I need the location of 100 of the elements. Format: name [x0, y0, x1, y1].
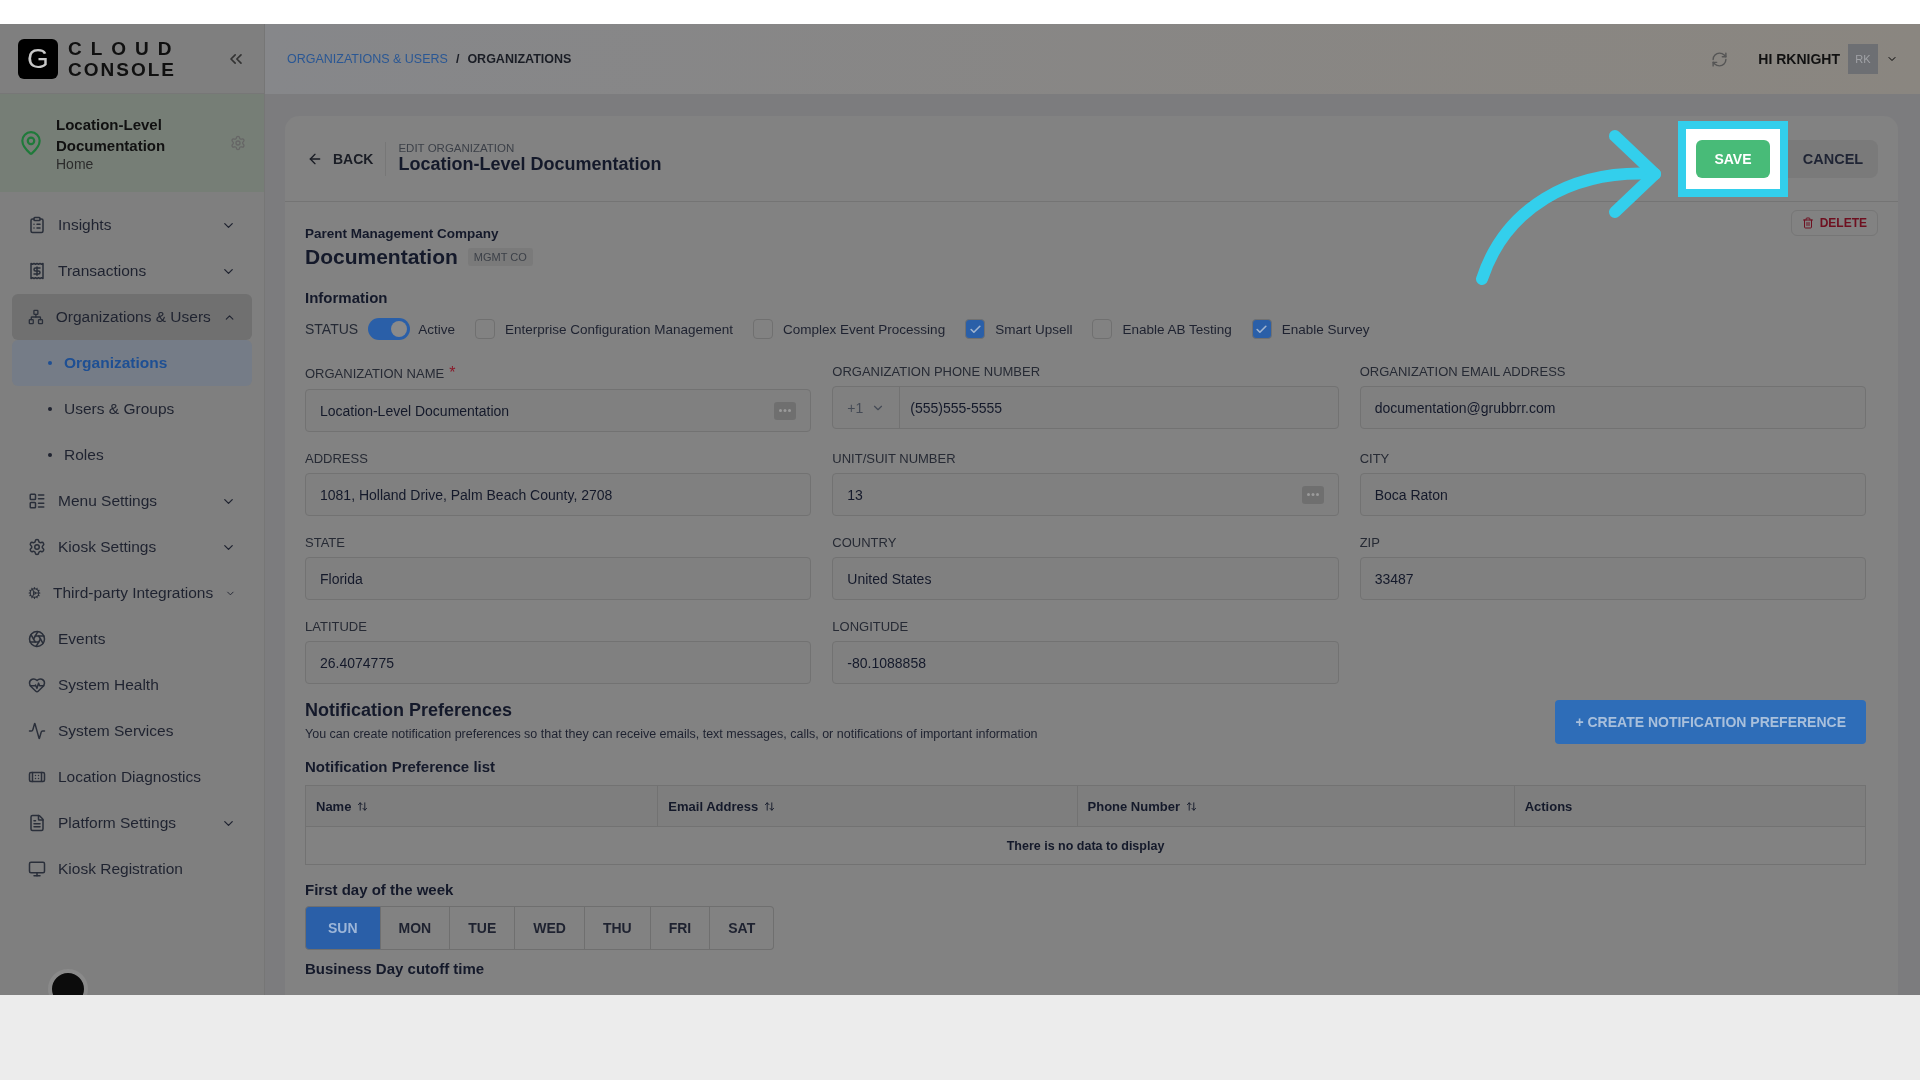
user-greeting: HI RKNIGHT — [1758, 51, 1840, 67]
section-title: Information — [305, 289, 389, 306]
toggle-switch[interactable] — [368, 318, 411, 340]
more-button[interactable] — [774, 401, 797, 420]
create-button[interactable]: + CREATE NOTIFICATION PREFERENCE — [1555, 700, 1866, 744]
input-field[interactable]: documentation@grubbrr.com — [1359, 386, 1866, 429]
day-button[interactable]: THU — [584, 906, 651, 950]
location-name: Location-Level Documentation — [56, 115, 167, 156]
nav-item[interactable]: Location Diagnostics — [12, 754, 252, 800]
document-icon — [28, 814, 46, 832]
day-button[interactable]: SAT — [710, 906, 775, 950]
nav-subitem[interactable]: Roles — [12, 432, 252, 478]
save-button[interactable]: SAVE — [1696, 139, 1770, 178]
field-label: LATITUDE — [305, 619, 367, 634]
heart-pulse-icon — [28, 676, 46, 694]
day-button[interactable]: TUE — [450, 906, 516, 950]
input-field[interactable]: 26.4074775 — [305, 641, 812, 684]
more-button[interactable] — [1301, 485, 1324, 504]
field-label: LONGITUDE — [832, 619, 909, 634]
nav-item[interactable]: Platform Settings — [12, 800, 252, 846]
sort-icon[interactable] — [1186, 800, 1197, 812]
option-label: Active — [418, 321, 455, 337]
parent-name: Documentation — [305, 245, 458, 269]
refresh-icon[interactable] — [1711, 50, 1729, 68]
input-field[interactable]: Florida — [305, 557, 812, 600]
column-header[interactable]: Email Address — [657, 786, 1077, 826]
nav-item[interactable]: Kiosk Settings — [12, 524, 252, 570]
trash-icon — [1801, 217, 1814, 229]
field-label: ORGANIZATION EMAIL ADDRESS — [1359, 364, 1566, 379]
settings-icon — [28, 538, 46, 556]
sort-icon[interactable] — [764, 800, 776, 812]
field-label: ORGANIZATION NAME — [305, 365, 445, 381]
aperture-icon — [28, 630, 46, 648]
nav-item[interactable]: Menu Settings — [12, 478, 252, 524]
breadcrumb-link[interactable]: ORGANIZATIONS & USERS — [287, 52, 448, 66]
more-icon — [1306, 493, 1319, 496]
logo-icon: G — [18, 38, 58, 79]
day-button[interactable]: MON — [380, 906, 451, 950]
nav-item[interactable]: System Services — [12, 708, 252, 754]
list-title: Notification Preference list — [305, 758, 497, 775]
nav-item[interactable]: Third-party Integrations — [12, 570, 252, 616]
field-label: STATE — [305, 535, 345, 550]
breadcrumb-current: ORGANIZATIONS — [467, 52, 572, 66]
option-label: Enterprise Configuration Management — [504, 321, 734, 337]
page-title: Location-Level Documentation — [398, 154, 662, 175]
input-field[interactable]: 13 — [832, 473, 1339, 516]
input-field[interactable]: Location-Level Documentation — [305, 389, 812, 432]
checkbox[interactable] — [965, 319, 986, 339]
nav-subitem[interactable]: Users & Groups — [12, 386, 252, 432]
nav-item[interactable]: Transactions — [12, 248, 252, 294]
column-header[interactable]: Phone Number — [1076, 786, 1514, 826]
status-label: STATUS — [305, 321, 359, 337]
sort-icon[interactable] — [357, 800, 369, 812]
option-label: Enable AB Testing — [1122, 321, 1232, 337]
field-label: First day of the week — [305, 881, 455, 898]
day-button[interactable]: WED — [515, 906, 585, 950]
receipt-icon — [28, 262, 46, 280]
list-icon — [28, 492, 46, 510]
required-mark: * — [449, 364, 456, 382]
input-field[interactable]: United States — [832, 557, 1339, 600]
input-field[interactable]: 1081, Holland Drive, Palm Beach County, 2708 — [305, 473, 812, 516]
field-label: ZIP — [1359, 535, 1380, 550]
page-overline: EDIT ORGANIZATION — [398, 142, 516, 154]
day-button[interactable]: SUN — [305, 906, 381, 950]
back-button[interactable]: BACK — [307, 141, 387, 176]
input-field[interactable]: -80.1088858 — [832, 641, 1339, 684]
input-field[interactable]: +1 (555)555-5555 — [832, 386, 1339, 429]
section-title: Notification Preferences — [305, 700, 514, 721]
field-label: ORGANIZATION PHONE NUMBER — [832, 364, 1041, 379]
check-icon — [968, 322, 982, 336]
parent-tag: MGMT CO — [467, 248, 533, 266]
more-icon — [779, 409, 792, 412]
input-field[interactable]: 33487 — [1359, 557, 1866, 600]
empty-message: There is no data to display — [306, 826, 1865, 864]
day-button[interactable]: FRI — [650, 906, 711, 950]
field-label: ADDRESS — [305, 451, 368, 466]
column-header[interactable]: Name — [306, 786, 658, 826]
pulse-icon — [28, 722, 46, 740]
nav-item[interactable]: System Health — [12, 662, 252, 708]
checkbox[interactable] — [1251, 319, 1272, 339]
input-field[interactable]: Boca Raton — [1359, 473, 1866, 516]
network-icon — [28, 308, 44, 326]
monitor-icon — [28, 860, 46, 878]
nav-item[interactable]: Kiosk Registration — [12, 846, 252, 892]
nav-item[interactable]: Organizations & Users — [12, 294, 252, 340]
option-label: Smart Upsell — [995, 321, 1073, 337]
cancel-button[interactable]: CANCEL — [1788, 139, 1878, 178]
country-code-select[interactable]: +1 — [847, 387, 901, 428]
check-icon — [1255, 322, 1269, 336]
cog-icon — [28, 584, 41, 602]
option-label: Enable Survey — [1281, 321, 1370, 337]
field-label: Business Day cutoff time — [305, 960, 486, 977]
section-description: You can create notification preferences so that they can receive emails, text messages, calls, or notifications of important information — [305, 727, 1039, 741]
nav-item[interactable]: Insights — [12, 202, 252, 248]
parent-label: Parent Management Company — [305, 226, 500, 241]
option-label: Complex Event Processing — [783, 321, 946, 337]
field-label: UNIT/SUIT NUMBER — [832, 451, 956, 466]
nav-item[interactable]: Events — [12, 616, 252, 662]
delete-button[interactable]: DELETE — [1790, 210, 1878, 236]
field-label: COUNTRY — [832, 535, 897, 550]
